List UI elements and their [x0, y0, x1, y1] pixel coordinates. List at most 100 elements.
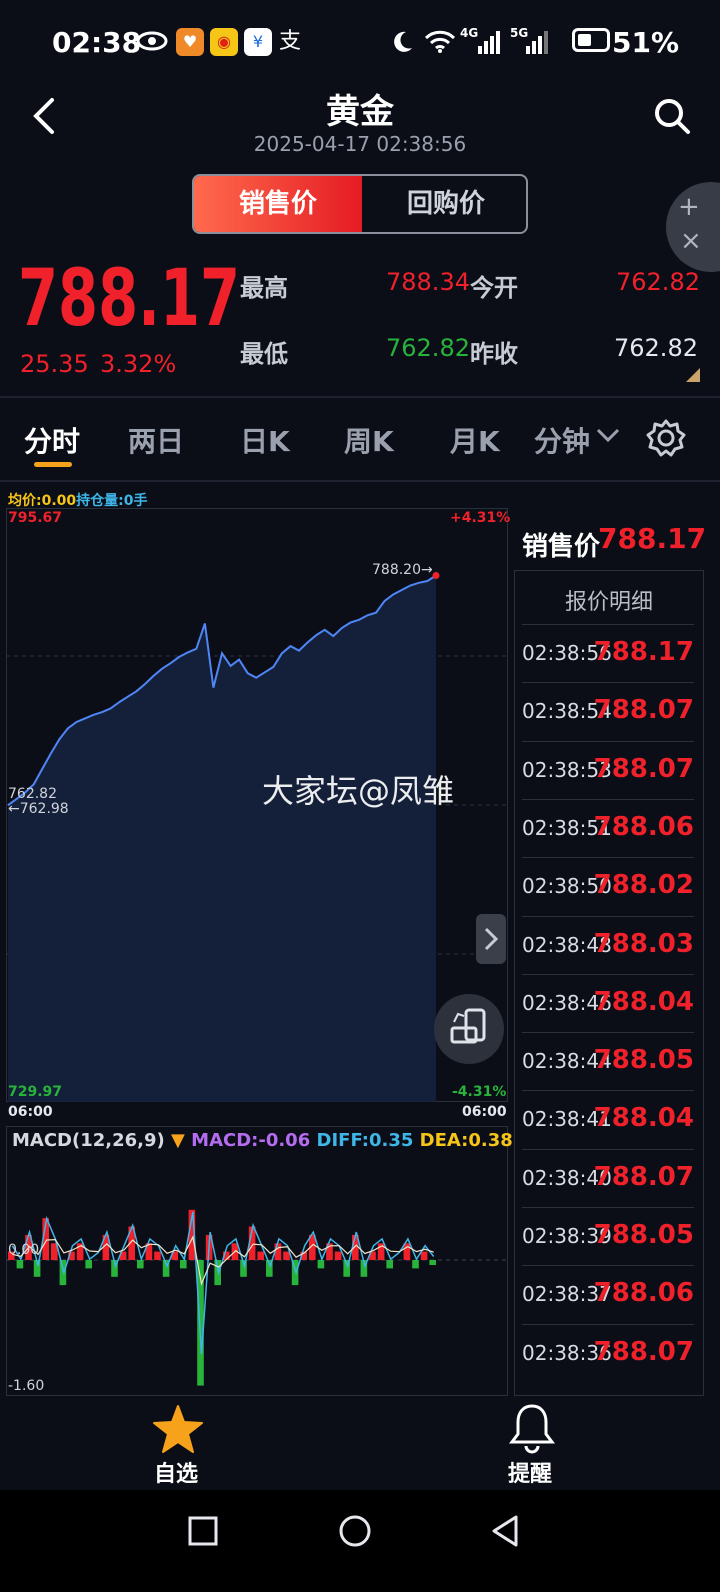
divider	[0, 396, 720, 398]
divider	[0, 480, 720, 482]
quote-detail-row: 02:38:44 788.05	[522, 1032, 694, 1091]
tab-weekly-k[interactable]: 周K	[344, 420, 394, 460]
quote-detail-row: 02:38:53 788.07	[522, 740, 694, 800]
tab-intraday[interactable]: 分时	[24, 420, 80, 460]
sell-price-tab[interactable]: 销售价	[194, 176, 362, 232]
quote-detail-row: 02:38:51 788.06	[522, 798, 694, 858]
gear-icon[interactable]	[646, 418, 686, 458]
quote-detail-row: 02:38:50 788.02	[522, 857, 694, 916]
signal-icon	[478, 31, 500, 54]
expand-panel-button[interactable]	[476, 914, 506, 964]
buyback-price-tab[interactable]: 回购价	[362, 176, 526, 232]
macd-bar	[429, 1260, 436, 1265]
quote-detail-price: 788.07	[593, 1161, 694, 1192]
base-arrow-label: ←762.98	[8, 801, 69, 817]
quote-detail-row: 02:38:41 788.04	[522, 1090, 694, 1149]
quote-detail-price: 788.07	[593, 753, 694, 784]
macd-min-label: -1.60	[8, 1378, 45, 1394]
weibo-icon: ◉	[210, 28, 238, 56]
macd-bar	[403, 1243, 411, 1261]
macd-bar	[257, 1251, 264, 1260]
chevron-down-icon[interactable]	[596, 428, 620, 444]
search-icon[interactable]	[652, 96, 692, 136]
nav-watchlist-label[interactable]: 自选	[154, 1456, 198, 1488]
active-tab-indicator	[34, 462, 72, 467]
eye-icon	[136, 31, 168, 51]
floating-widget[interactable]: + ×	[666, 182, 720, 272]
page-title: 黄金	[326, 92, 394, 132]
x-start-label: 06:00	[8, 1104, 53, 1120]
nav-watchlist[interactable]	[152, 1404, 204, 1458]
rotate-screen-button[interactable]	[434, 994, 504, 1064]
y-min-label: 729.97	[8, 1084, 63, 1100]
quote-detail-price: 788.02	[593, 870, 694, 901]
quote-datetime: 2025-04-17 02:38:56	[253, 132, 467, 156]
tab-two-day[interactable]: 两日	[128, 420, 184, 460]
macd-bar	[180, 1260, 187, 1269]
wifi-icon	[424, 30, 456, 53]
moon-icon	[394, 31, 412, 52]
recents-icon[interactable]	[188, 1516, 218, 1546]
nav-alert-label[interactable]: 提醒	[508, 1456, 552, 1488]
macd-bar	[386, 1260, 393, 1269]
quote-detail-row: 02:38:54 788.07	[522, 682, 694, 741]
nav-alert[interactable]	[508, 1402, 556, 1458]
prev-close-value: 762.82	[614, 334, 698, 362]
quote-detail-row: 02:38:46 788.04	[522, 973, 694, 1033]
quote-detail-row: 02:38:37 788.06	[522, 1265, 694, 1324]
alipay-icon: 支	[278, 29, 301, 54]
tab-minute[interactable]: 分钟	[534, 420, 590, 460]
price-type-toggle: 销售价 回购价	[192, 174, 528, 234]
expand-corner-icon[interactable]	[686, 368, 700, 382]
tab-minute-label: 分钟	[534, 425, 591, 458]
prev-close-label: 昨收	[470, 340, 518, 368]
status-time: 02:38	[52, 26, 142, 59]
star-icon	[153, 1405, 203, 1453]
quote-detail-price: 788.17	[593, 637, 694, 667]
y-max-pct-label: +4.31%	[450, 510, 511, 526]
open-label: 今开	[470, 274, 518, 302]
high-value: 788.34	[386, 268, 470, 296]
quote-detail-price: 788.07	[593, 695, 694, 726]
price-change-pct: 3.32%	[100, 350, 177, 378]
y-max-label: 795.67	[8, 510, 63, 526]
macd-chart[interactable]	[6, 1126, 508, 1396]
system-nav-bar	[0, 1490, 720, 1592]
macd-bar	[334, 1251, 342, 1260]
quote-detail-price: 788.03	[593, 928, 694, 959]
diff-line	[11, 1211, 435, 1355]
last-price-marker: 788.20→	[372, 562, 433, 578]
home-icon[interactable]	[338, 1514, 372, 1548]
bell-icon	[509, 1404, 555, 1454]
x-end-label: 06:00	[462, 1104, 507, 1120]
signal-icon	[526, 31, 548, 54]
watermark: 大家坛@凤雏	[262, 772, 455, 810]
quote-detail-price: 788.06	[593, 1278, 694, 1309]
high-label: 最高	[240, 274, 288, 302]
quote-detail-price: 788.04	[593, 1103, 694, 1134]
macd-bar	[214, 1260, 221, 1286]
tab-daily-k[interactable]: 日K	[240, 420, 290, 460]
quote-detail-price: 788.07	[593, 1336, 694, 1367]
y-min-pct-label: -4.31%	[452, 1084, 507, 1100]
tab-monthly-k[interactable]: 月K	[450, 420, 500, 460]
chart-legend: 均价:0.00持仓量:0手	[8, 490, 147, 510]
battery-percent: 51%	[612, 26, 680, 59]
quote-detail-price: 788.05	[593, 1220, 694, 1250]
macd-bar	[85, 1260, 92, 1269]
quote-detail-price: 788.05	[593, 1045, 694, 1076]
quote-detail-title: 报价明细	[564, 590, 653, 615]
tag-app-icon: ¥	[244, 28, 272, 56]
low-label: 最低	[240, 340, 288, 368]
back-nav-icon[interactable]	[490, 1514, 520, 1548]
macd-bar	[154, 1251, 161, 1260]
side-price-label: 销售价	[522, 532, 601, 562]
heart-app-icon: ♥	[176, 28, 204, 56]
quote-detail-row: 02:38:48 788.03	[522, 915, 694, 975]
current-price: 788.17	[18, 254, 241, 344]
status-bar: 02:38 ♥ ◉ ¥ 支 4G 5G 51%	[0, 0, 720, 86]
plus-icon[interactable]: +	[678, 192, 700, 222]
close-icon[interactable]: ×	[680, 226, 702, 256]
macd-zero-label: 0.00	[8, 1242, 40, 1258]
price-change: 25.35	[20, 350, 89, 378]
